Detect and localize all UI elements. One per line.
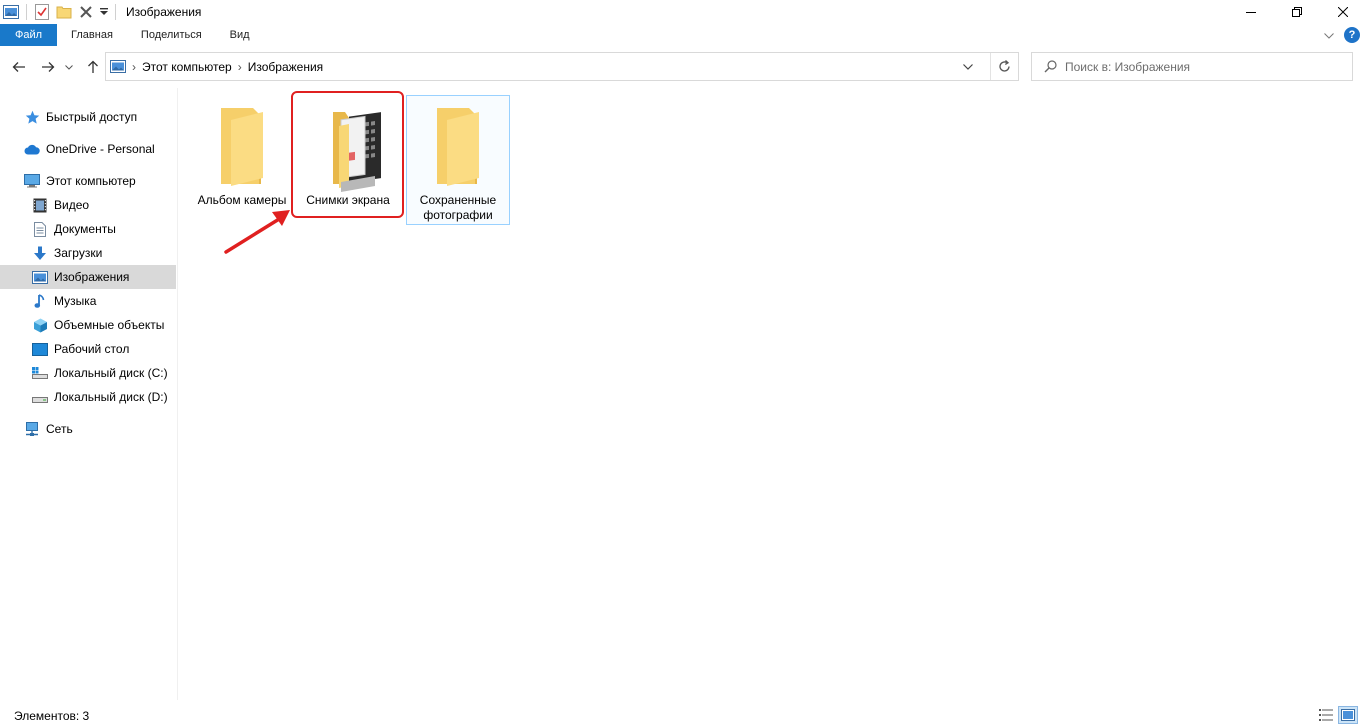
sidebar-item-video[interactable]: Видео: [0, 193, 176, 217]
folder-icon: [205, 102, 279, 192]
back-arrow-icon[interactable]: [8, 56, 30, 78]
refresh-icon[interactable]: [990, 53, 1018, 80]
network-icon: [24, 421, 40, 437]
sidebar-item-network[interactable]: Сеть: [0, 417, 176, 441]
sidebar-item-label: Рабочий стол: [54, 342, 130, 356]
details-view-icon[interactable]: [1316, 706, 1336, 724]
video-icon: [32, 197, 48, 213]
desktop-icon: [32, 341, 48, 357]
sidebar-item-label: Документы: [54, 222, 116, 236]
sidebar-item-label: Быстрый доступ: [46, 110, 138, 124]
sidebar-item-label: Загрузки: [54, 246, 103, 260]
breadcrumb-separator-icon[interactable]: ›: [238, 60, 242, 74]
recent-locations-icon[interactable]: [62, 56, 76, 78]
search-input[interactable]: Поиск в: Изображения: [1065, 60, 1190, 74]
sidebar-item-label: Музыка: [54, 294, 97, 308]
sidebar-item-documents[interactable]: Документы: [0, 217, 176, 241]
ribbon-tabs: Файл Главная Поделиться Вид ?: [0, 24, 1366, 46]
file-list: Альбом камеры Снимки экрана Сохраненные …: [180, 88, 1366, 700]
sidebar-item-label: Изображения: [54, 270, 130, 284]
sidebar-item-downloads[interactable]: Загрузки: [0, 241, 176, 265]
large-icons-view-icon[interactable]: [1338, 706, 1358, 724]
expand-ribbon-icon[interactable]: [1324, 28, 1334, 42]
drive-d-icon: [32, 389, 48, 405]
restore-button[interactable]: [1274, 0, 1320, 24]
delete-icon[interactable]: [75, 1, 97, 23]
sidebar-item-desktop[interactable]: Рабочий стол: [0, 337, 176, 361]
status-bar: Элементов: 3: [0, 704, 1366, 728]
breadcrumb-separator-icon[interactable]: ›: [132, 60, 136, 74]
window-title: Изображения: [126, 5, 202, 19]
folder-item-saved-pictures[interactable]: Сохраненные фотографии: [406, 95, 510, 225]
forward-arrow-icon[interactable]: [37, 56, 59, 78]
highlight-frame: [291, 91, 404, 218]
tab-view[interactable]: Вид: [216, 24, 264, 46]
pictures-location-icon: [110, 60, 126, 73]
sidebar-item-label: Объемные объекты: [54, 318, 165, 332]
customize-toolbar-icon[interactable]: [97, 1, 111, 23]
sidebar-item-label: Видео: [54, 198, 90, 212]
breadcrumb-this-pc[interactable]: Этот компьютер: [142, 60, 232, 74]
tab-home[interactable]: Главная: [57, 24, 127, 46]
tab-share[interactable]: Поделиться: [127, 24, 216, 46]
sidebar-item-onedrive[interactable]: OneDrive - Personal: [0, 137, 176, 161]
computer-icon: [24, 173, 40, 189]
tab-file[interactable]: Файл: [0, 24, 58, 46]
document-icon: [32, 221, 48, 237]
sidebar-item-drive-c[interactable]: Локальный диск (C:): [0, 361, 176, 385]
sidebar-item-label: Сеть: [46, 422, 73, 436]
sidebar-item-3d-objects[interactable]: Объемные объекты: [0, 313, 176, 337]
sidebar-item-this-pc[interactable]: Этот компьютер: [0, 169, 176, 193]
sidebar-item-label: Локальный диск (D:): [54, 390, 168, 404]
minimize-button[interactable]: [1228, 0, 1274, 24]
navigation-bar: › Этот компьютер › Изображения Поиск в: …: [0, 46, 1366, 88]
sidebar-item-label: Локальный диск (C:): [54, 366, 168, 380]
folder-label: Сохраненные фотографии: [419, 193, 497, 222]
sidebar-item-quick-access[interactable]: Быстрый доступ: [0, 105, 176, 129]
pictures-window-icon: [0, 1, 22, 23]
breadcrumb-pictures[interactable]: Изображения: [248, 60, 323, 74]
sidebar-item-pictures[interactable]: Изображения: [0, 265, 176, 289]
title-bar: Изображения: [0, 0, 1366, 24]
sidebar-item-label: OneDrive - Personal: [46, 142, 155, 156]
properties-icon[interactable]: [31, 1, 53, 23]
sidebar-item-drive-d[interactable]: Локальный диск (D:): [0, 385, 176, 409]
address-dropdown-icon[interactable]: [954, 53, 982, 80]
search-box[interactable]: Поиск в: Изображения: [1031, 52, 1353, 81]
navigation-pane: Быстрый доступ OneDrive - Personal Этот …: [0, 88, 178, 700]
cloud-icon: [24, 141, 40, 157]
sidebar-item-music[interactable]: Музыка: [0, 289, 176, 313]
drive-c-icon: [32, 365, 48, 381]
annotation-arrow-icon: [224, 210, 290, 254]
quick-access-toolbar: Изображения: [0, 0, 201, 24]
close-button[interactable]: [1320, 0, 1366, 24]
help-icon[interactable]: ?: [1344, 27, 1360, 43]
search-icon: [1044, 60, 1057, 73]
3d-objects-icon: [32, 317, 48, 333]
sidebar-item-label: Этот компьютер: [46, 174, 136, 188]
up-arrow-icon[interactable]: [82, 56, 104, 78]
download-icon: [32, 245, 48, 261]
folder-icon: [421, 102, 495, 192]
pictures-icon: [32, 269, 48, 285]
address-bar[interactable]: › Этот компьютер › Изображения: [105, 52, 1019, 81]
music-icon: [32, 293, 48, 309]
items-count: Элементов: 3: [14, 709, 90, 723]
star-icon: [24, 109, 40, 125]
new-folder-icon[interactable]: [53, 1, 75, 23]
